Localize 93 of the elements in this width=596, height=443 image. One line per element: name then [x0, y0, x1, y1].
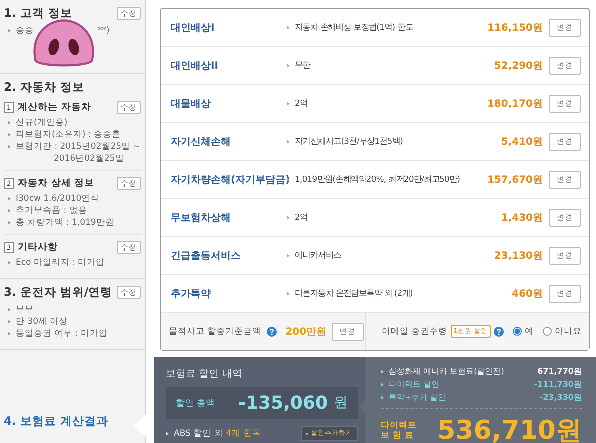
price-text: 52,290원 — [494, 60, 543, 72]
radio-option[interactable]: 예 — [512, 326, 534, 338]
radio-button[interactable] — [512, 327, 522, 336]
section-title[interactable]: 4. 보험료 계산결과 — [4, 414, 108, 429]
coverage-detail: 다른자동차 운전담보특약 외 (2개) — [295, 288, 414, 299]
currency-unit: 원 — [334, 394, 348, 412]
coverage-name[interactable]: 대인배상I — [171, 20, 287, 34]
coverage-name[interactable]: 긴급출동서비스 — [171, 248, 287, 262]
bullet-icon — [8, 197, 11, 201]
price-text: 116,150원 — [487, 22, 543, 34]
price-text: 157,670원 — [487, 174, 543, 186]
bullet-icon — [8, 145, 11, 149]
summary-amount: -23,330원 — [540, 392, 582, 403]
section-title[interactable]: 2. 자동차 정보 — [4, 80, 84, 95]
final-premium: 536,710원 — [438, 415, 582, 443]
coverage-detail: 애니카서비스 — [295, 250, 342, 261]
summary-label: 특약+추가 할인 — [389, 392, 448, 403]
bullet-icon — [8, 261, 11, 265]
item-count: 4개 항목 — [226, 428, 262, 440]
bullet-icon — [381, 370, 384, 374]
subsection-title: 기타사항 — [18, 241, 59, 254]
price-text: 1,430원 — [501, 212, 543, 224]
summary-label: 삼성화재 애니카 보험료(할인전) — [389, 366, 506, 377]
info-text: 신규(개인용) — [16, 117, 68, 129]
option-label: 이메일 증권수령 — [382, 326, 448, 338]
info-text: 동일증권 여부 : 미가입 — [16, 328, 108, 340]
price-text: 5,410원 — [501, 136, 543, 148]
final-label: 다이렉트 — [381, 420, 418, 430]
coverage-detail: 자기신체사고(3천/부상1천5백) — [295, 136, 404, 147]
total-label: 할인 총액 — [176, 398, 216, 410]
panel-title: 보험료 할인 내역 — [166, 368, 244, 381]
bullet-icon — [8, 29, 11, 33]
info-text: 만 30세 이상 — [16, 316, 68, 328]
info-text: 2016년02월25일 — [54, 153, 124, 165]
bullet-icon — [8, 133, 11, 137]
bullet-icon — [287, 64, 290, 68]
price-text: 180,170원 — [487, 98, 543, 110]
info-text: Eco 마일리지 : 미가입 — [16, 257, 106, 269]
coverage-name[interactable]: 자기신체손해 — [171, 134, 287, 148]
radio-button[interactable] — [542, 327, 552, 336]
info-text: 추가부속품 : 없음 — [16, 205, 88, 217]
coverage-detail: 1,019만원(손해액의20%, 최저20만/최고50만) — [295, 174, 462, 185]
bullet-icon — [287, 216, 290, 220]
bullet-icon — [8, 121, 11, 125]
coverage-detail: 무한 — [295, 60, 312, 71]
bullet-icon — [381, 396, 384, 400]
bullet-icon — [8, 209, 11, 213]
coverage-name[interactable]: 무보험차상해 — [171, 210, 287, 224]
bullet-icon — [287, 254, 290, 258]
radio-label[interactable]: 예 — [524, 326, 534, 338]
final-label: 보 험 료 — [381, 430, 415, 440]
bullet-icon — [287, 26, 290, 30]
bullet-icon — [8, 308, 11, 312]
bullet-icon — [8, 320, 11, 324]
bullet-icon — [381, 382, 384, 386]
help-icon[interactable] — [266, 326, 277, 336]
bullet-icon — [287, 292, 290, 296]
coverage-name[interactable]: 자기차량손해(자기부담금) — [171, 172, 287, 186]
coverage-detail: 자동차 손해배상 보장법(1억) 한도 — [295, 22, 414, 33]
summary-amount: -111,730원 — [534, 379, 582, 390]
info-text: 송승 — [16, 25, 34, 37]
radio-label[interactable]: 아니요 — [554, 326, 582, 338]
subsection-title: 계산하는 자동차 — [18, 101, 92, 114]
price-text: 460원 — [512, 288, 543, 300]
section-title[interactable]: 3. 운전자 범위/연령 — [4, 285, 113, 300]
bullet-icon — [166, 432, 169, 436]
coverage-detail: 2억 — [295, 212, 309, 223]
bullet-icon — [8, 221, 11, 225]
info-text: 총 차량가액 : 1,019만원 — [16, 217, 114, 229]
option-value: 200만원 — [286, 326, 327, 338]
info-text: 피보험자(소유자) : 송승훈 — [16, 129, 121, 141]
bullet-icon — [287, 102, 290, 106]
info-text: I30cw 1.6/2010연식 — [16, 193, 100, 205]
price-text: 23,130원 — [494, 250, 543, 262]
help-icon[interactable] — [494, 326, 504, 336]
coverage-name[interactable]: 대인배상II — [171, 58, 287, 72]
bullet-icon — [8, 332, 11, 336]
radio-option[interactable]: 아니요 — [542, 326, 582, 338]
coverage-detail: 2억 — [295, 98, 309, 109]
abs-text: ABS 할인 외 — [174, 428, 224, 440]
summary-label: 다이렉트 할인 — [389, 379, 441, 390]
subsection-title: 자동차 상세 정보 — [18, 177, 96, 190]
total-amount: -135,060 — [238, 392, 328, 414]
info-text: 보험기간 : 2015년02월25일 ~ — [16, 141, 140, 153]
bullet-icon — [287, 140, 290, 144]
info-text: 부부 — [16, 304, 34, 316]
coverage-name[interactable]: 추가특약 — [171, 286, 287, 300]
info-text: **) — [98, 25, 110, 37]
coverage-name[interactable]: 대물배상 — [171, 96, 287, 110]
summary-amount: 671,770원 — [538, 366, 582, 377]
option-label: 물적사고 할증기준금액 — [169, 326, 262, 338]
section-title[interactable]: 1. 고객 정보 — [4, 6, 72, 21]
bullet-icon — [287, 178, 290, 182]
